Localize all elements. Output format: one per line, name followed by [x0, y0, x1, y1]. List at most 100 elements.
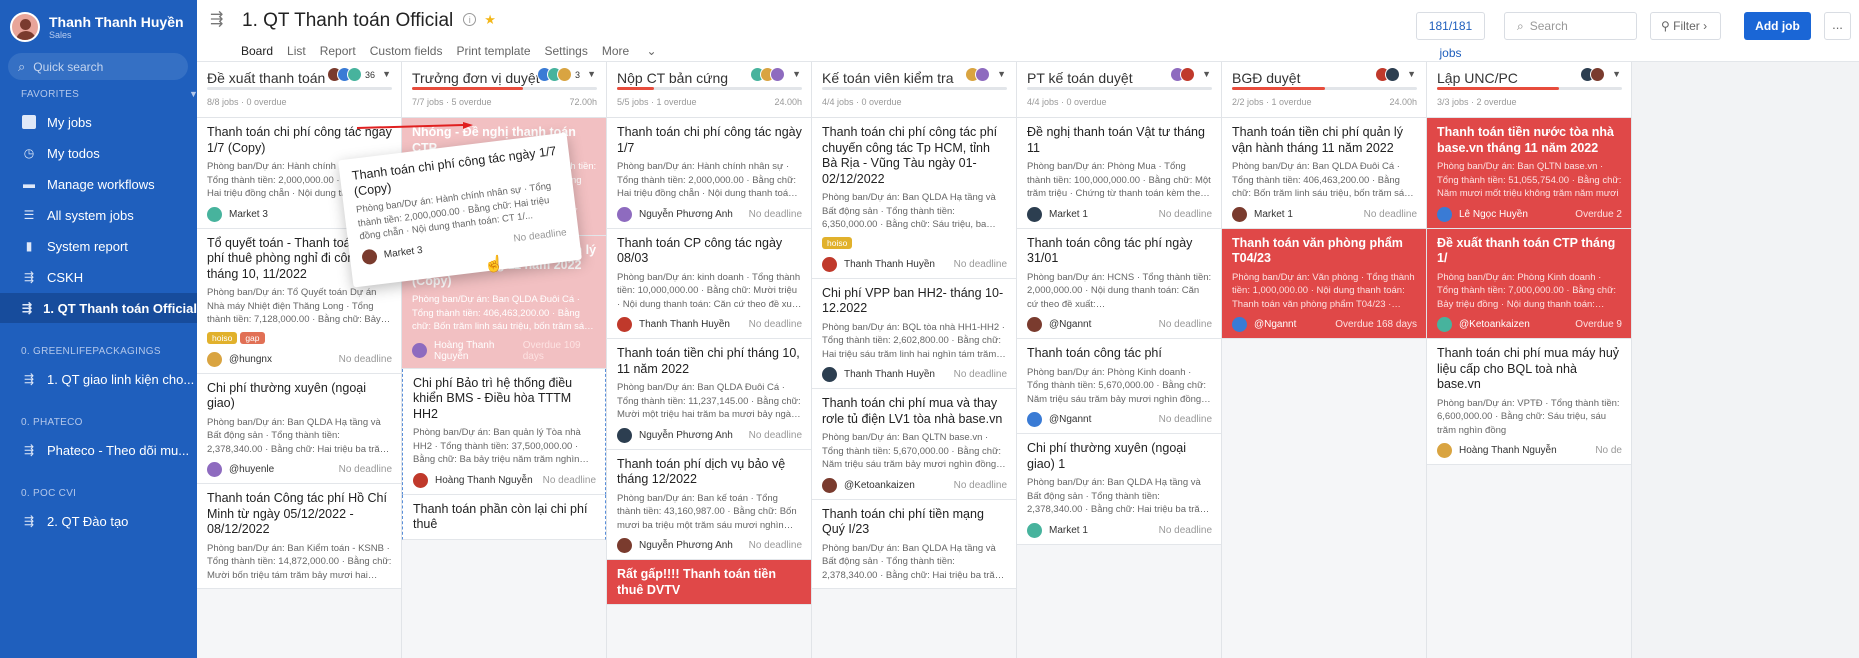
job-deadline: No deadline: [1158, 319, 1212, 330]
job-card[interactable]: Thanh toán CP công tác ngày 08/03 Phòng b…: [607, 228, 811, 339]
member-avatar: [1385, 67, 1400, 82]
job-card[interactable]: Thanh toán tiền chi phí tháng 10, 11 năm…: [607, 339, 811, 450]
more-options-button[interactable]: ...: [1824, 12, 1851, 40]
add-job-button[interactable]: Add job: [1744, 12, 1811, 40]
job-card[interactable]: Thanh toán chi phí công tác ngày 1/7 Phòn…: [607, 118, 811, 229]
sidebar-item-system-report[interactable]: ▮ System report: [0, 231, 197, 261]
job-card[interactable]: Chi phí thường xuyên (ngoại giao) Phòng b…: [197, 373, 401, 484]
sidebar-item-label: My todos: [47, 145, 100, 161]
search-placeholder: Search: [1529, 19, 1568, 33]
assignee-name: Hoàng Thanh Nguyễn: [1459, 445, 1557, 456]
assignee-name: @Ngannt: [1049, 319, 1092, 330]
sidebar-item-qt-dao-tao[interactable]: ⇶ 2. QT Đào tạo: [0, 506, 197, 536]
sidebar-item-manage-workflows[interactable]: ▬ Manage workflows: [0, 169, 197, 199]
job-card[interactable]: Thanh toán Công tác phí Hồ Chí Minh từ n…: [197, 484, 401, 589]
column-avatars[interactable]: 3: [536, 67, 580, 82]
job-card[interactable]: Chi phí VPP ban HH2- tháng 10-12.2022 Phò…: [812, 278, 1016, 389]
assignee-avatar: [1027, 412, 1042, 427]
job-title: Thanh toán chi phí mua máy huỷ liệu cấp …: [1437, 346, 1620, 391]
star-icon[interactable]: ★: [484, 12, 496, 27]
sidebar-item-cskh[interactable]: ⇶ CSKH: [0, 262, 197, 292]
job-card[interactable]: Đề nghị thanh toán Vật tư tháng 11 Phòng …: [1017, 118, 1221, 229]
sidebar-item-my-jobs[interactable]: My jobs: [0, 107, 197, 137]
job-deadline: Overdue 2: [1575, 208, 1622, 220]
assignee-name: Nguyễn Phương Anh: [639, 429, 733, 441]
jobs-count-button[interactable]: 181/181 jobs: [1416, 12, 1485, 60]
workflow-icon: ⇶: [22, 301, 33, 315]
column-menu-icon[interactable]: ▼: [1407, 69, 1416, 79]
sidebar-item-all-system-jobs[interactable]: ☰ All system jobs: [0, 200, 197, 230]
user-profile[interactable]: Thanh Thanh Huyền Sales: [10, 12, 184, 42]
group-title-greenlife[interactable]: 0. GREENLIFEPACKAGINGS: [21, 346, 161, 357]
job-card[interactable]: Thanh toán phần còn lại chi phí thuê: [402, 494, 606, 540]
column-menu-icon[interactable]: ▼: [587, 69, 596, 79]
job-card[interactable]: Thanh toán công tác phí ngày 31/01 Phòng …: [1017, 228, 1221, 339]
job-card[interactable]: Thanh toán tiền chi phí quản lý vận hành…: [1222, 118, 1426, 229]
column-progress-bar: [207, 87, 392, 90]
job-card[interactable]: Thanh toán tiền nước tòa nhà base.vn thá…: [1427, 118, 1631, 229]
job-description: Phòng ban/Dự án: Văn phòng · Tổng thành …: [1232, 271, 1415, 310]
column-progress-bar: [1027, 87, 1212, 90]
sidebar-item-qt-giao-linh-kien[interactable]: ⇶ 1. QT giao linh kiện cho...: [0, 364, 197, 394]
column-stats: 4/4 jobs · 0 overdue: [822, 97, 902, 107]
job-card[interactable]: Rất gấp!!!! Thanh toán tiền thuê DVTV: [607, 560, 811, 605]
assignee-avatar: [207, 351, 222, 367]
job-card[interactable]: Đề xuất thanh toán CTP tháng 1/Phòng ban…: [1427, 228, 1631, 339]
job-card[interactable]: Thanh toán phí dịch vụ bảo vệ tháng 12/2…: [607, 449, 811, 560]
job-card[interactable]: Chi phí Bảo trì hệ thống điều khiển BMS …: [402, 368, 606, 495]
column-header: Kế toán viên kiểm tra ▼ 4/4 jobs · 0 overd…: [812, 62, 1016, 118]
sidebar-item-phateco[interactable]: ⇶ Phateco - Theo dõi mu...: [0, 435, 197, 465]
column-menu-icon[interactable]: ▼: [997, 69, 1006, 79]
job-title: Rất gấp!!!! Thanh toán tiền thuê DVTV: [617, 567, 777, 597]
column-avatars[interactable]: [1375, 67, 1400, 82]
group-label: 0. GREENLIFEPACKAGINGS: [21, 346, 161, 357]
job-title: Đề nghị thanh toán Vật tư tháng 11: [1027, 125, 1205, 155]
favorites-label: FAVORITES: [21, 89, 80, 100]
job-card[interactable]: Thanh toán chi phí mua và thay rơle tủ đ…: [812, 389, 1016, 500]
filter-button[interactable]: ⚲ Filter ›: [1650, 12, 1721, 40]
group-title-phateco[interactable]: 0. PHATECO: [21, 417, 83, 428]
job-description: Phòng ban/Dự án: Phòng Mua · Tổng thành …: [1027, 161, 1211, 199]
sidebar-item-label: 2. QT Đào tạo: [47, 513, 129, 529]
job-title: Thanh toán văn phòng phẩm T04/23: [1232, 235, 1403, 266]
column-avatars[interactable]: [965, 67, 990, 82]
column-menu-icon[interactable]: ▼: [792, 69, 801, 79]
workflow-logo-icon[interactable]: ⇶: [210, 9, 223, 29]
sidebar-item-qt-thanh-toan[interactable]: ⇶ 1. QT Thanh toán Official: [0, 293, 197, 323]
column-avatars[interactable]: [1170, 67, 1195, 82]
favorites-section-title[interactable]: FAVORITES ▼: [21, 89, 198, 100]
page-title-text: 1. QT Thanh toán Official: [242, 10, 454, 31]
assignee-avatar: [1027, 522, 1042, 538]
column-avatars[interactable]: [1580, 67, 1605, 82]
job-card[interactable]: Thanh toán chi phí mua máy huỷ liệu cấp …: [1427, 339, 1631, 465]
column-stats: 4/4 jobs · 0 overdue: [1027, 97, 1107, 107]
job-description: Phòng ban/Dự án: Ban QLDA Hạ tầng và Bất…: [822, 542, 1003, 581]
search-input[interactable]: ⌕ Search: [1504, 12, 1637, 40]
assignee-avatar: [617, 206, 632, 222]
column-menu-icon[interactable]: ▼: [1202, 69, 1211, 79]
job-card[interactable]: Thanh toán văn phòng phẩm T04/23 Phòng ba…: [1222, 228, 1426, 339]
job-deadline: No deadline: [512, 226, 568, 245]
column-menu-icon[interactable]: ▼: [382, 69, 391, 79]
sidebar-item-my-todos[interactable]: ◷ My todos: [0, 138, 197, 168]
job-card[interactable]: Thanh toán công tác phí Phòng ban/Dự án: …: [1017, 339, 1221, 434]
job-footer: Thanh Thanh Huyền No deadline: [822, 256, 1007, 272]
job-card[interactable]: Thanh toán chi phí công tác phí chuyến c…: [812, 118, 1016, 279]
member-avatar: [975, 67, 990, 82]
job-tag: gap: [240, 331, 265, 344]
column-avatars[interactable]: [750, 67, 785, 82]
column-header: Đề xuất thanh toán 36 ▼ 8/8 jobs · 0 overdu…: [197, 62, 401, 118]
job-card[interactable]: Chi phí thường xuyên (ngoại giao) 1 Phòng…: [1017, 434, 1221, 545]
column-menu-icon[interactable]: ▼: [1612, 69, 1621, 79]
info-icon[interactable]: i: [463, 13, 477, 26]
column-avatars[interactable]: 36: [326, 67, 375, 82]
job-card[interactable]: Thanh toán chi phí tiền mạng Quý I/23 Phò…: [812, 499, 1016, 589]
assignee-name: @Ngannt: [1049, 414, 1092, 425]
group-title-poc-cvi[interactable]: 0. POC CVI: [21, 488, 76, 499]
assignee-name: Thanh Thanh Huyền: [844, 369, 935, 380]
quick-search-input[interactable]: ⌕ Quick search: [8, 53, 188, 80]
column-header: Trưởng đơn vị duyệt 3 ▼ 7/7 jobs · 5 overdu…: [402, 62, 606, 118]
quick-search-placeholder: Quick search: [33, 59, 104, 74]
workflow-icon: ⇶: [23, 270, 35, 284]
job-description: Phòng ban/Dự án: Hành chính nhân sự · Tổ…: [617, 161, 797, 199]
